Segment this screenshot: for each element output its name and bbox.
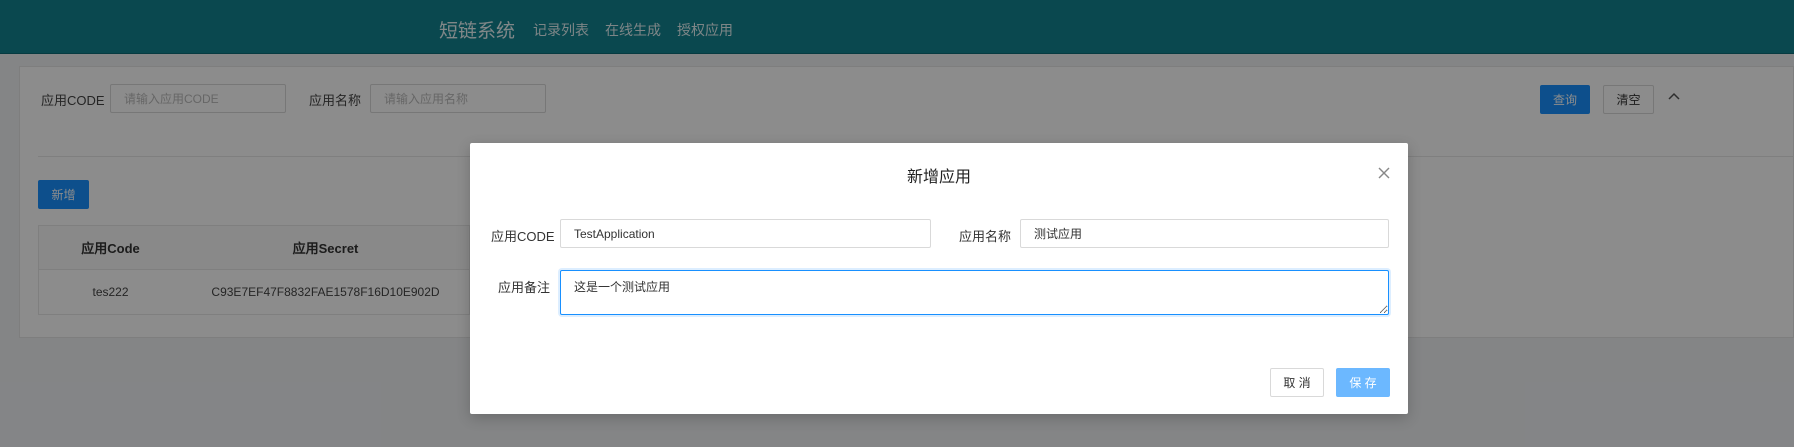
save-button[interactable]: 保 存 xyxy=(1336,368,1390,397)
modal-code-label: 应用CODE xyxy=(491,229,555,244)
close-icon[interactable] xyxy=(1376,165,1392,181)
modal-name-label: 应用名称 xyxy=(959,229,1012,244)
modal-code-input[interactable] xyxy=(560,219,931,248)
cancel-button[interactable]: 取 消 xyxy=(1270,368,1324,397)
modal-name-input[interactable] xyxy=(1020,219,1389,248)
modal-remark-label: 应用备注 xyxy=(498,280,551,295)
modal-remark-textarea[interactable] xyxy=(560,270,1389,315)
modal-title: 新增应用 xyxy=(906,169,971,186)
add-app-modal: 新增应用 应用CODE 应用名称 应用备注 取 消 保 存 xyxy=(470,143,1408,414)
